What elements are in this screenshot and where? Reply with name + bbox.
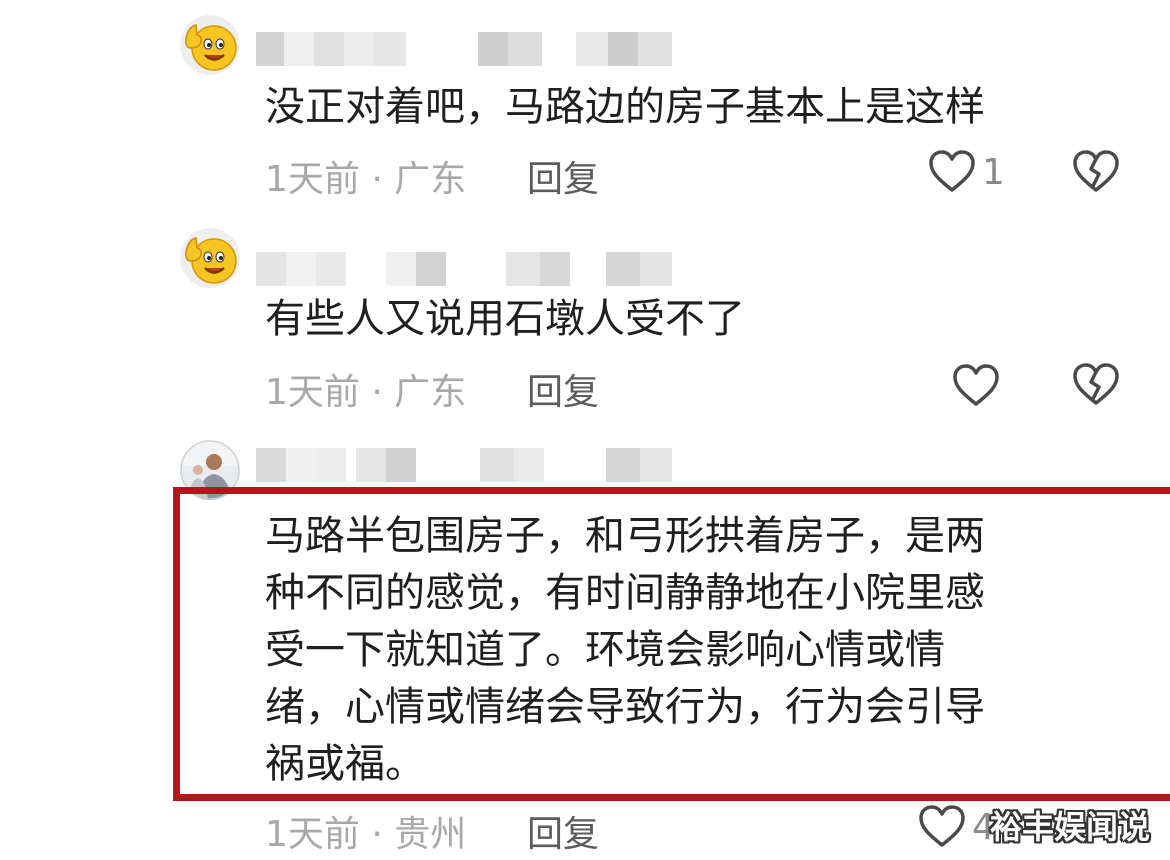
comment-time: 1天前 bbox=[265, 372, 360, 413]
heart-outline-icon bbox=[953, 364, 999, 406]
reply-button[interactable]: 回复 bbox=[527, 150, 599, 202]
reply-button[interactable]: 回复 bbox=[527, 363, 599, 415]
comment-meta: 1天前 · 广东 bbox=[265, 363, 466, 415]
like-count: 1 bbox=[982, 151, 1005, 193]
comment-time: 1天前 bbox=[265, 159, 360, 200]
user-avatar[interactable] bbox=[180, 228, 240, 288]
username-blurred[interactable] bbox=[256, 32, 676, 66]
like-button[interactable]: 4 bbox=[918, 803, 995, 851]
broken-heart-icon bbox=[1073, 150, 1119, 192]
watermark: 裕丰娱闻说 bbox=[990, 808, 1151, 846]
meta-separator: · bbox=[359, 159, 395, 200]
meta-separator: · bbox=[359, 372, 395, 413]
comment-location: 广东 bbox=[394, 372, 467, 413]
comment-list: 没正对着吧，马路边的房子基本上是这样 1天前 · 广东 回复 1 有些人又说用石… bbox=[0, 0, 1170, 860]
comment-location: 广东 bbox=[394, 159, 467, 200]
broken-heart-icon bbox=[1073, 363, 1119, 405]
heart-outline-icon bbox=[929, 150, 975, 192]
thumbs-up-emoji-icon bbox=[180, 15, 240, 75]
comment-text: 没正对着吧，马路边的房子基本上是这样 bbox=[265, 84, 985, 130]
comment-text: 有些人又说用石墩人受不了 bbox=[265, 296, 745, 342]
reply-button[interactable]: 回复 bbox=[527, 805, 599, 857]
comment-time: 1天前 bbox=[265, 814, 360, 855]
comment-meta: 1天前 · 广东 bbox=[265, 150, 466, 202]
dislike-button[interactable] bbox=[1072, 150, 1120, 198]
username-blurred[interactable] bbox=[256, 448, 676, 482]
heart-outline-icon bbox=[919, 805, 965, 847]
like-button[interactable]: 1 bbox=[928, 148, 1005, 196]
user-avatar[interactable] bbox=[180, 15, 240, 75]
dislike-button[interactable] bbox=[1072, 363, 1120, 411]
thumbs-up-emoji-icon bbox=[180, 228, 240, 288]
comment-meta: 1天前 · 贵州 bbox=[265, 805, 466, 857]
like-button[interactable] bbox=[952, 362, 1006, 410]
highlight-annotation-box bbox=[173, 487, 1170, 801]
comment-location: 贵州 bbox=[394, 814, 467, 855]
meta-separator: · bbox=[359, 814, 395, 855]
username-blurred[interactable] bbox=[256, 252, 676, 286]
